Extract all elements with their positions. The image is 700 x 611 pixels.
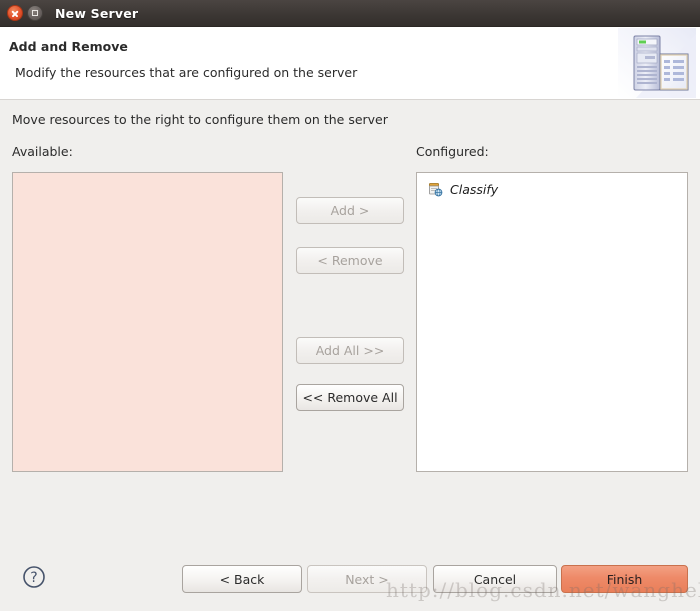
next-button[interactable]: Next > (307, 565, 427, 593)
wizard-header: Add and Remove Modify the resources that… (0, 27, 700, 100)
list-item[interactable]: Classify (417, 179, 687, 199)
available-resources-list[interactable] (12, 172, 283, 472)
finish-button[interactable]: Finish (561, 565, 688, 593)
page-description: Modify the resources that are configured… (15, 65, 358, 80)
help-icon[interactable]: ? (22, 565, 46, 589)
available-label: Available: (12, 144, 73, 159)
page-title: Add and Remove (9, 39, 128, 54)
configured-resources-list[interactable]: Classify (416, 172, 688, 472)
server-and-document-icon (618, 28, 696, 98)
add-button[interactable]: Add > (296, 197, 404, 224)
window-titlebar: New Server (0, 0, 700, 27)
window-title: New Server (55, 5, 139, 21)
back-button[interactable]: < Back (182, 565, 302, 593)
remove-button[interactable]: < Remove (296, 247, 404, 274)
add-all-button[interactable]: Add All >> (296, 337, 404, 364)
remove-all-button[interactable]: << Remove All (296, 384, 404, 411)
svg-text:?: ? (30, 570, 37, 586)
cancel-button[interactable]: Cancel (433, 565, 557, 593)
list-item-label: Classify (450, 181, 499, 197)
close-icon[interactable] (7, 5, 23, 21)
instruction-text: Move resources to the right to configure… (12, 112, 388, 127)
maximize-icon[interactable] (27, 5, 43, 21)
web-module-icon (429, 183, 443, 197)
new-server-dialog: New Server Add and Remove Modify the res… (0, 0, 700, 611)
configured-label: Configured: (416, 144, 489, 159)
